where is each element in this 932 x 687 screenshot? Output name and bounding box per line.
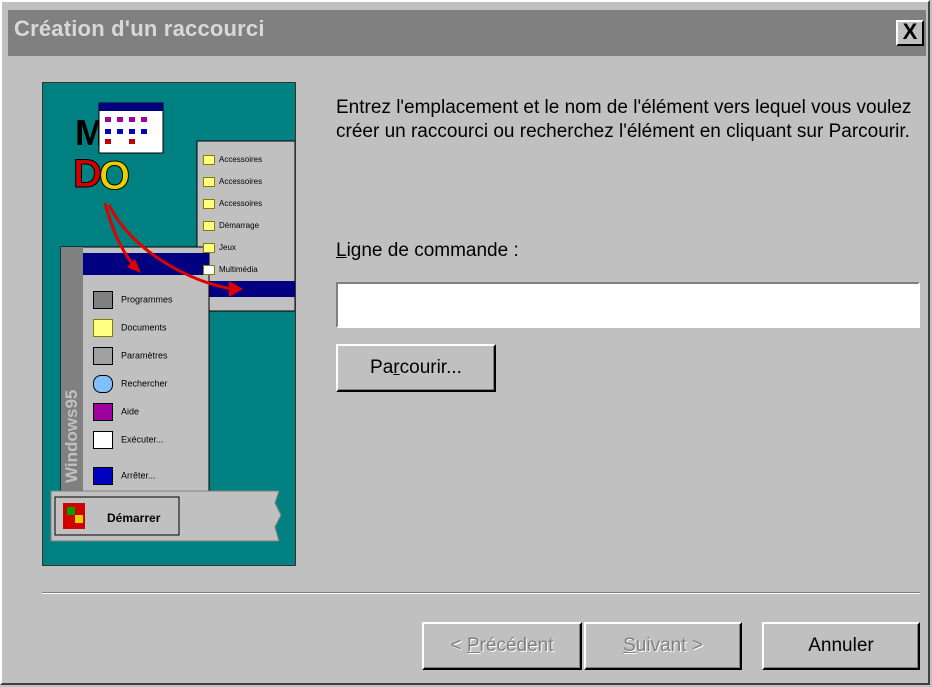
close-button[interactable]: X (896, 20, 924, 46)
shortcut-wizard-dialog: Création d'un raccourci X M D O Programm… (0, 0, 930, 685)
submenu-item-label: Accessoires (219, 199, 263, 209)
menu-item-documents: Documents (93, 319, 167, 345)
intro-text: Entrez l'emplacement et le nom de l'élém… (336, 97, 912, 142)
submenu-item-label: Démarrage (219, 221, 260, 231)
start-button-label: Démarrer (107, 511, 161, 525)
submenu-item: Jeux (203, 243, 236, 253)
menu-item-label: Aide (121, 406, 140, 417)
submenu-item: Démarrage (203, 221, 259, 231)
title-bar[interactable]: Création d'un raccourci X (8, 10, 926, 56)
submenu-item: Accessoires (203, 155, 262, 165)
submenu-item: Multimédia (203, 265, 258, 275)
browse-label-post: courir... (399, 357, 462, 378)
menu-item-programs: Programmes (93, 291, 173, 317)
menu-item-label: Programmes (121, 294, 173, 305)
command-line-label-accel: L (336, 240, 347, 261)
next-button[interactable]: Suivant > (584, 622, 742, 670)
browse-button[interactable]: Parcourir... (336, 344, 496, 392)
submenu-item-label: Jeux (219, 243, 236, 253)
submenu-item-label: Accessoires (219, 177, 263, 187)
command-line-input[interactable] (336, 282, 920, 328)
next-label-accel: S (623, 635, 636, 656)
button-separator (42, 592, 920, 594)
next-label-post: uivant > (635, 635, 703, 656)
cancel-button[interactable]: Annuler (762, 622, 920, 670)
menu-item-label: Rechercher (121, 378, 168, 389)
menu-item-label: Exécuter... (121, 434, 164, 445)
back-label-pre: < (450, 635, 467, 656)
close-icon: X (902, 19, 918, 44)
wizard-illustration: M D O Programmes Documents Paramètres Re… (42, 82, 296, 566)
submenu-item: Accessoires (203, 199, 262, 209)
menu-item-help: Aide (93, 403, 139, 429)
menu-item-label: Documents (121, 322, 167, 333)
back-label-accel: P (466, 635, 480, 656)
back-label-post: récédent (479, 635, 554, 656)
menu-item-shutdown: Arrêter... (93, 467, 156, 493)
menu-item-run: Exécuter... (93, 431, 164, 457)
menu-item-settings: Paramètres (93, 347, 168, 373)
menu-item-find: Rechercher (93, 375, 168, 401)
window-title: Création d'un raccourci (14, 16, 265, 41)
submenu-item: Accessoires (203, 177, 262, 187)
submenu-item-label: Accessoires (219, 155, 263, 165)
submenu-item-label: Multimédia (219, 265, 258, 275)
command-line-label: Ligne de commande : (336, 240, 519, 262)
logo-d: D (73, 152, 102, 196)
menu-item-label: Arrêter... (121, 470, 156, 481)
menu-item-label: Paramètres (121, 350, 168, 361)
back-button[interactable]: < Précédent (422, 622, 582, 670)
browse-label-pre: Pa (370, 357, 394, 378)
logo-o: O (99, 154, 130, 198)
command-line-label-rest: igne de commande : (346, 240, 519, 261)
